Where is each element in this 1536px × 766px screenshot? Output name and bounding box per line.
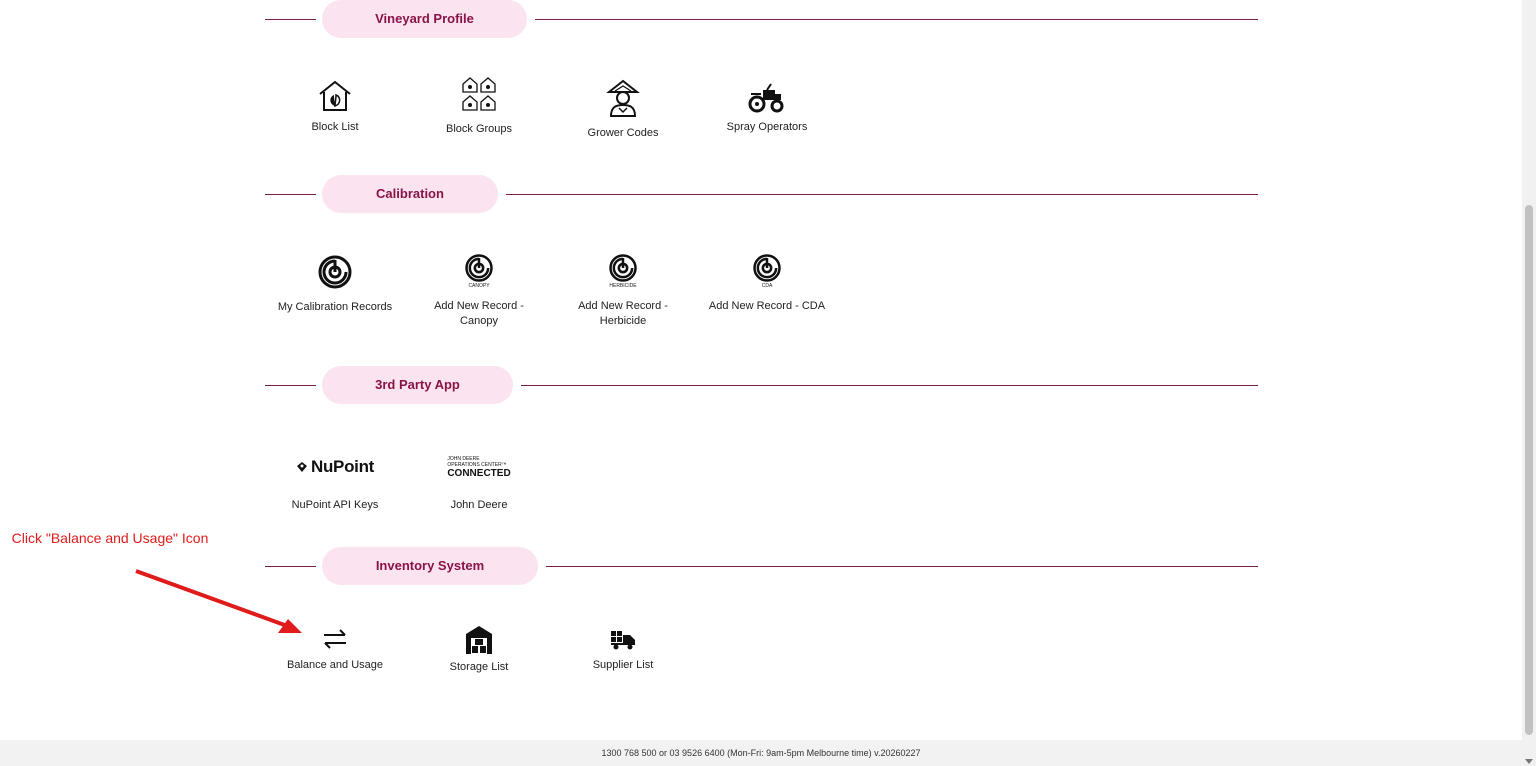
john-deere-button[interactable]: JOHN DEERE OPERATIONS CENTER™ CONNECTED … — [419, 453, 539, 513]
farmer-icon — [606, 79, 640, 117]
scroll-down-icon[interactable] — [1525, 759, 1533, 764]
house-leaf-icon — [319, 80, 351, 111]
john-deere-label: John Deere — [450, 499, 508, 511]
divider-left — [265, 194, 316, 195]
instruction-annotation: Click "Balance and Usage" Icon — [11, 530, 209, 546]
nupoint-api-keys-button[interactable]: NuPoint NuPoint API Keys — [275, 456, 395, 513]
spray-operators-label: Spray Operators — [726, 121, 808, 133]
footer-text: 1300 768 500 or 03 9526 6400 (Mon-Fri: 9… — [601, 748, 921, 758]
spray-operators-button[interactable]: Spray Operators — [707, 80, 827, 135]
delivery-truck-icon — [611, 631, 635, 650]
john-deere-logo-line3: CONNECTED — [447, 467, 511, 479]
grower-codes-button[interactable]: Grower Codes — [563, 78, 683, 141]
supplier-list-button[interactable]: Supplier List — [563, 630, 683, 673]
nupoint-logo-text: NuPoint — [310, 457, 375, 476]
section-header-calibration: Calibration — [265, 175, 1258, 213]
calibration-icon — [318, 255, 352, 289]
grower-codes-label: Grower Codes — [587, 127, 659, 139]
add-record-herbicide-label: Add New Record - Herbicide — [578, 300, 668, 327]
footer: 1300 768 500 or 03 9526 6400 (Mon-Fri: 9… — [0, 740, 1522, 766]
herbicide-badge: HERBICIDE — [609, 283, 637, 289]
nupoint-logo-icon — [296, 462, 307, 472]
canopy-badge: CANOPY — [468, 283, 490, 289]
block-list-button[interactable]: Block List — [275, 78, 395, 135]
divider-left — [265, 385, 316, 386]
john-deere-logo: JOHN DEERE OPERATIONS CENTER™ CONNECTED — [447, 456, 510, 479]
supplier-list-label: Supplier List — [592, 659, 654, 671]
add-record-herbicide-button[interactable]: HERBICIDE Add New Record - Herbicide — [563, 253, 683, 329]
section-title-vineyard-profile: Vineyard Profile — [322, 0, 527, 38]
add-record-canopy-label: Add New Record - Canopy — [434, 300, 524, 327]
section-title-3rd-party-app: 3rd Party App — [322, 366, 513, 404]
divider-right — [535, 19, 1258, 20]
calibration-herbicide-icon — [609, 254, 637, 282]
section-header-inventory-system: Inventory System — [265, 547, 1258, 585]
my-calibration-records-label: My Calibration Records — [277, 301, 393, 313]
section-header-3rd-party-app: 3rd Party App — [265, 366, 1258, 404]
divider-right — [521, 385, 1258, 386]
storage-list-label: Storage List — [449, 661, 509, 673]
john-deere-logo-line2: OPERATIONS CENTER™ — [447, 461, 507, 468]
calibration-canopy-icon — [465, 254, 493, 282]
my-calibration-records-button[interactable]: My Calibration Records — [275, 254, 395, 315]
nupoint-api-keys-label: NuPoint API Keys — [291, 499, 379, 511]
divider-right — [506, 194, 1258, 195]
instruction-arrow-icon — [135, 569, 302, 633]
block-list-label: Block List — [311, 121, 359, 133]
house-grid-icon — [462, 77, 496, 111]
block-groups-label: Block Groups — [445, 123, 513, 135]
section-title-calibration: Calibration — [322, 175, 498, 213]
balance-and-usage-label: Balance and Usage — [286, 659, 383, 671]
nupoint-logo: NuPoint — [275, 456, 395, 478]
swap-arrows-icon — [324, 629, 346, 649]
add-record-cda-label: Add New Record - CDA — [708, 300, 826, 312]
add-record-cda-button[interactable]: CDA Add New Record - CDA — [707, 253, 827, 314]
divider-right — [546, 566, 1258, 567]
tractor-icon — [748, 83, 784, 113]
add-record-canopy-button[interactable]: CANOPY Add New Record - Canopy — [419, 253, 539, 329]
scrollbar-thumb[interactable] — [1525, 205, 1533, 735]
vertical-scrollbar[interactable] — [1522, 0, 1536, 766]
warehouse-icon — [466, 626, 492, 654]
storage-list-button[interactable]: Storage List — [419, 624, 539, 675]
block-groups-button[interactable]: Block Groups — [419, 76, 539, 137]
section-header-vineyard-profile: Vineyard Profile — [265, 0, 1258, 38]
calibration-cda-icon — [753, 254, 781, 282]
divider-left — [265, 19, 316, 20]
cda-badge: CDA — [761, 283, 773, 289]
section-title-inventory-system: Inventory System — [322, 547, 538, 585]
john-deere-logo-icon: JOHN DEERE OPERATIONS CENTER™ CONNECTED — [419, 453, 539, 481]
